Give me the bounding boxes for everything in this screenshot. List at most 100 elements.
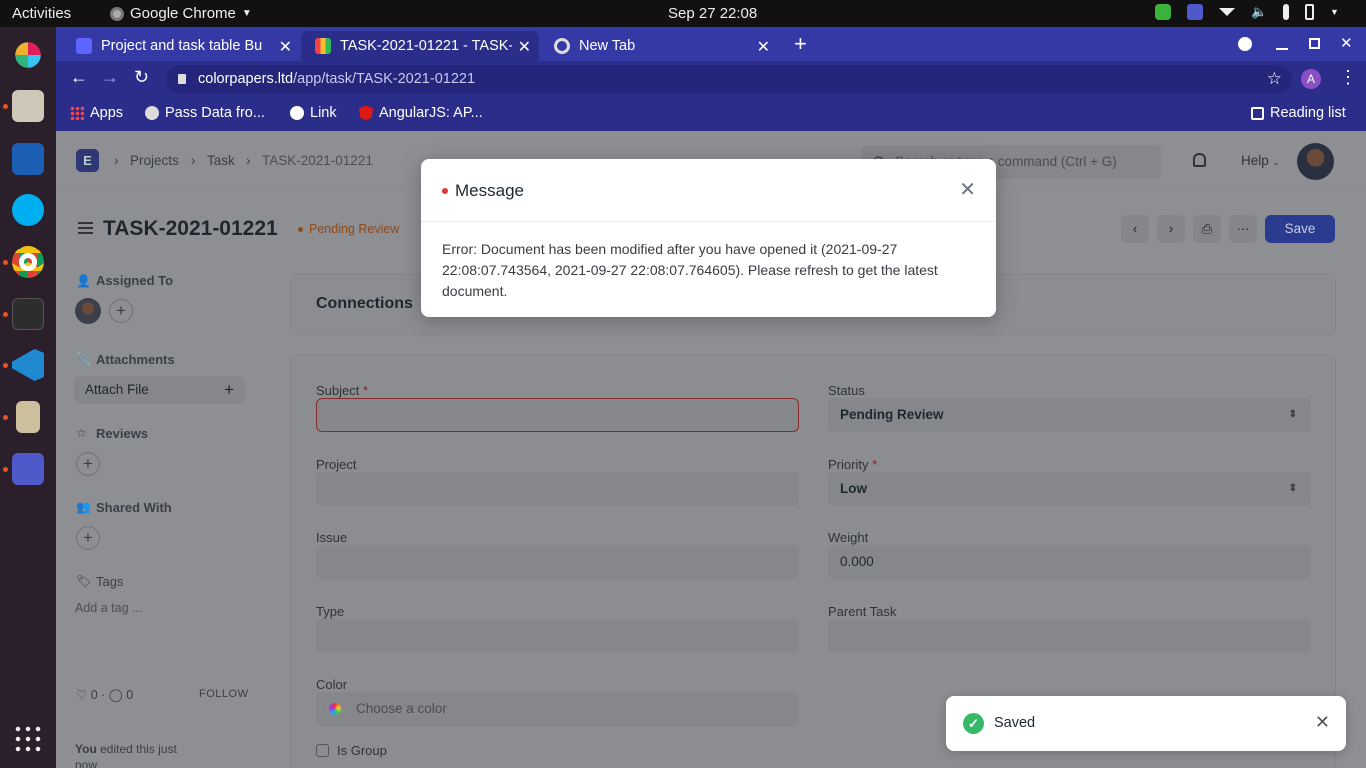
assigned-to-label: Assigned To <box>96 273 174 288</box>
type-input[interactable] <box>316 619 799 653</box>
reading-list-button[interactable]: Reading list <box>1251 105 1346 121</box>
is-group-checkbox[interactable] <box>316 744 329 757</box>
back-icon[interactable]: ← <box>70 67 88 88</box>
close-icon[interactable]: ✕ <box>1315 712 1330 733</box>
previous-doc-button[interactable]: ‹ <box>1121 215 1149 243</box>
bookmark-star-icon[interactable]: ☆ <box>1267 65 1282 93</box>
project-input[interactable] <box>316 472 799 506</box>
dialog-header: Message ✕ <box>421 159 996 222</box>
new-tab-button[interactable]: + <box>794 31 807 57</box>
status-select[interactable]: Pending Review ⇕ <box>828 398 1311 432</box>
app-menu[interactable]: Google Chrome ▼ <box>110 5 252 22</box>
close-tab-icon[interactable]: ✕ <box>511 37 531 57</box>
chrome-app-icon <box>110 6 124 21</box>
activities-button[interactable]: Activities <box>12 5 71 22</box>
running-indicator <box>3 467 8 472</box>
terminal-icon[interactable] <box>12 298 44 330</box>
ubuntu-dock <box>0 27 56 768</box>
saved-toast: ✓ Saved ✕ <box>946 696 1346 751</box>
tab-new-tab[interactable]: New Tab ✕ <box>540 31 778 61</box>
profile-avatar[interactable]: A <box>1301 69 1321 89</box>
maximize-icon[interactable] <box>1309 38 1320 49</box>
vscode-icon[interactable] <box>12 349 44 381</box>
power-menu-icon: ▼ <box>1330 7 1339 17</box>
check-circle-icon: ✓ <box>963 713 984 734</box>
breadcrumb-task[interactable]: Task <box>207 153 235 168</box>
reading-list-label: Reading list <box>1270 105 1346 121</box>
is-group-label: Is Group <box>337 743 387 758</box>
minimize-icon[interactable] <box>1276 48 1288 50</box>
volume-icon: 🔈 <box>1251 4 1268 19</box>
tab-task[interactable]: TASK-2021-01221 - TASK-2 ✕ <box>301 31 539 61</box>
weight-input[interactable]: 0.000 <box>828 545 1311 579</box>
bookmark-label: Link <box>310 105 337 121</box>
bookmark-link[interactable]: Link <box>290 105 337 121</box>
print-icon[interactable]: ⎙ <box>1193 215 1221 243</box>
more-options-icon[interactable]: ··· <box>1229 215 1257 243</box>
files-icon[interactable] <box>12 90 44 122</box>
bookmarks-bar: Apps Pass Data fro... Link AngularJS: AP… <box>56 97 1366 131</box>
sidebar-toggle-icon[interactable] <box>78 222 93 234</box>
next-doc-button[interactable]: › <box>1157 215 1185 243</box>
user-avatar[interactable] <box>1297 143 1334 180</box>
attach-file-label: Attach File <box>85 382 149 397</box>
share-users-icon: 👥 <box>76 500 91 514</box>
slack-icon[interactable] <box>15 42 41 68</box>
project-label: Project <box>316 457 357 472</box>
breadcrumb-projects[interactable]: Projects <box>130 153 179 168</box>
add-assignee-button[interactable]: + <box>109 299 133 323</box>
close-tab-icon[interactable]: ✕ <box>757 37 770 57</box>
color-picker-input[interactable]: Choose a color <box>316 692 799 726</box>
clock[interactable]: Sep 27 22:08 <box>668 5 757 22</box>
reload-icon[interactable]: ↻ <box>134 67 149 88</box>
skype-icon[interactable] <box>12 194 44 226</box>
close-tab-icon[interactable]: ✕ <box>272 37 292 57</box>
chrome-menu-icon[interactable]: ⋮ <box>1339 67 1357 88</box>
help-label: Help <box>1241 153 1269 168</box>
archive-manager-icon[interactable] <box>16 401 40 433</box>
show-applications-icon[interactable] <box>13 724 43 754</box>
connections-title: Connections <box>316 295 413 312</box>
document-viewer-icon[interactable] <box>12 143 44 175</box>
bookmark-label: Apps <box>90 105 124 121</box>
app-logo[interactable]: E <box>76 149 99 172</box>
subject-input[interactable] <box>316 398 799 432</box>
save-button[interactable]: Save <box>1265 215 1335 243</box>
bookmark-favicon-icon <box>145 106 159 120</box>
teams-icon[interactable] <box>12 453 44 485</box>
follow-button[interactable]: FOLLOW <box>199 688 248 700</box>
page-title: TASK-2021-01221 <box>103 217 278 240</box>
tab-project-table[interactable]: Project and task table Bu ✕ <box>62 31 300 61</box>
close-window-icon[interactable]: ✕ <box>1340 34 1353 52</box>
assignee-avatar[interactable] <box>75 298 101 324</box>
parent-task-input[interactable] <box>828 619 1311 653</box>
tab-search-icon[interactable] <box>1238 37 1252 51</box>
reviews-label: Reviews <box>96 426 149 441</box>
globe-icon <box>290 106 304 120</box>
attachments-label: Attachments <box>96 352 175 367</box>
forward-icon[interactable]: → <box>101 67 119 88</box>
bookmark-apps[interactable]: Apps <box>70 105 123 121</box>
chrome-icon[interactable] <box>12 246 44 278</box>
indicator-dot <box>442 188 448 194</box>
priority-select[interactable]: Low ⇕ <box>828 472 1311 506</box>
likes-counter[interactable]: ♡ 0 · ◯ 0 <box>76 687 133 702</box>
color-placeholder: Choose a color <box>356 701 447 716</box>
subject-label: Subject * <box>316 383 368 398</box>
attach-file-button[interactable]: Attach File + <box>74 376 245 404</box>
add-tag-input[interactable]: Add a tag ... <box>75 601 142 615</box>
bookmark-pass-data[interactable]: Pass Data fro... <box>145 105 265 121</box>
select-arrows-icon: ⇕ <box>1288 483 1297 494</box>
close-icon[interactable]: ✕ <box>959 177 976 202</box>
notification-bell-icon[interactable] <box>1193 153 1206 167</box>
shared-with-label: Shared With <box>96 500 172 515</box>
bookmark-angularjs[interactable]: AngularJS: AP... <box>359 105 483 121</box>
system-tray[interactable]: 🔈 ▼ <box>1155 4 1346 20</box>
add-share-button[interactable]: + <box>76 526 100 550</box>
help-dropdown[interactable]: Help ⌄ <box>1241 153 1280 168</box>
address-bar[interactable]: colorpapers.ltd/app/task/TASK-2021-01221… <box>166 65 1292 93</box>
apps-grid-icon <box>70 106 84 120</box>
status-value: Pending Review <box>840 407 944 422</box>
add-review-button[interactable]: + <box>76 452 100 476</box>
issue-input[interactable] <box>316 545 799 579</box>
